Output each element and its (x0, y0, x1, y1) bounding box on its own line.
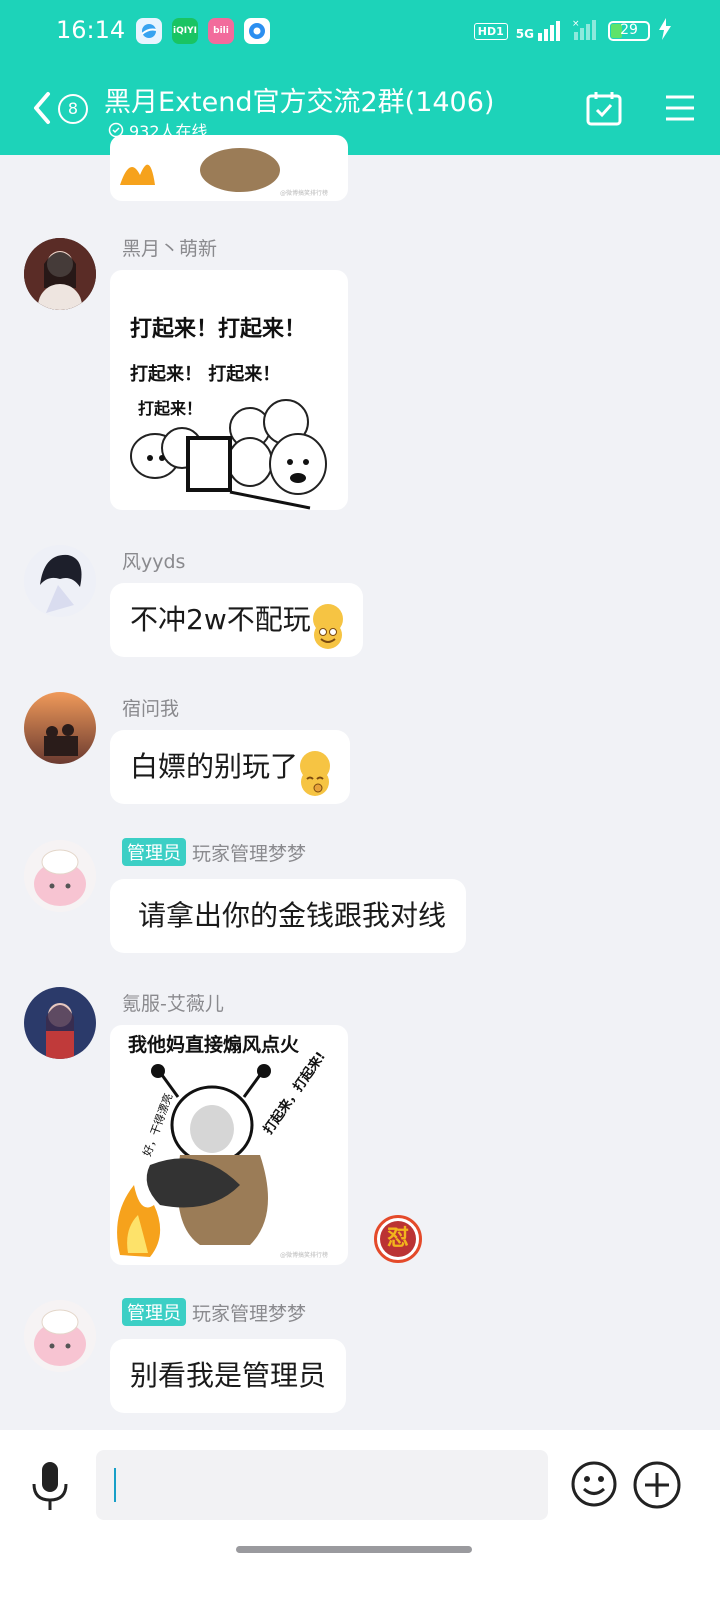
app-icon (244, 18, 270, 44)
bilibili-icon: bili (208, 18, 234, 44)
avatar[interactable] (24, 987, 96, 1059)
admin-badge: 管理员 (122, 838, 186, 866)
partial-sticker[interactable]: @微博搞笑排行榜 (110, 135, 348, 201)
signal-5g-icon: 5G (516, 21, 562, 41)
avatar[interactable] (24, 692, 96, 764)
sticker-image[interactable]: 我他妈直接煽风点火 好，干得漂亮 打起来，打起来! @微博搞笑排行榜 (110, 1025, 348, 1265)
avatar[interactable] (24, 545, 96, 617)
message-text: 请拿出你的金钱跟我对线 (138, 899, 447, 932)
message-text: 不冲2w不配玩 (130, 603, 311, 636)
message-bubble[interactable]: 请拿出你的金钱跟我对线 (110, 879, 467, 953)
message-bubble[interactable]: 白嫖的别玩了 (110, 730, 351, 804)
sender-name[interactable]: 风yyds (122, 547, 185, 574)
message-input[interactable] (96, 1450, 548, 1520)
battery-level: 29 (620, 22, 638, 38)
sticker-text: 好，干得漂亮 (140, 1091, 176, 1158)
plus-circle-icon (633, 1461, 681, 1509)
avatar[interactable] (24, 840, 96, 912)
avatar[interactable] (24, 238, 96, 310)
grinning-emoji-icon (312, 604, 343, 649)
microphone-icon (32, 1462, 68, 1510)
checkin-button[interactable] (586, 90, 622, 126)
message-text: 白嫖的别玩了 (130, 750, 299, 783)
svg-text:@微博搞笑排行榜: @微博搞笑排行榜 (280, 189, 328, 197)
chat-title: 黑月Extend官方交流2群(1406) (104, 87, 495, 118)
emoji-button[interactable] (570, 1460, 618, 1508)
sticker-text: 打起来！打起来！ (130, 317, 306, 342)
menu-button[interactable] (664, 92, 696, 124)
notification-icons: iQIYI bili (136, 18, 270, 44)
reaction-badge[interactable]: 怼 (374, 1215, 422, 1263)
svg-text:@微博搞笑排行榜: @微博搞笑排行榜 (280, 1251, 328, 1259)
more-button[interactable] (632, 1460, 682, 1510)
sender-name[interactable]: 管理员 玩家管理梦梦 (122, 838, 306, 866)
message-bubble[interactable]: 别看我是管理员 (110, 1339, 347, 1413)
chat-header: 16:14 iQIYI bili HD1 5G × 29 8 黑月Extend官… (0, 0, 720, 155)
system-status: HD1 5G × 29 (473, 18, 672, 44)
qq-browser-icon (136, 18, 162, 44)
message-text: 别看我是管理员 (130, 1359, 327, 1392)
sender-name[interactable]: 黑月丶萌新 (122, 234, 217, 261)
svg-text:×: × (572, 19, 580, 29)
text-caret (114, 1468, 116, 1502)
voice-button[interactable] (30, 1460, 70, 1512)
home-indicator[interactable] (236, 1546, 472, 1553)
battery-icon: 29 (608, 21, 650, 41)
hamburger-icon (666, 95, 694, 121)
reaction-label: 怼 (380, 1221, 416, 1257)
signal-weak-icon: × (570, 18, 600, 44)
chevron-left-icon (34, 92, 50, 124)
smiley-icon (571, 1461, 617, 1507)
sender-name[interactable]: 宿问我 (122, 694, 179, 721)
admin-badge: 管理员 (122, 1298, 186, 1326)
sticker-image[interactable]: 打起来！打起来！ 打起来！ 打起来！ 打起来！ (110, 270, 348, 510)
sticker-text: 打起来！ 打起来！ (130, 363, 280, 385)
clock: 16:14 (56, 16, 126, 44)
hd-indicator: HD1 (473, 22, 508, 40)
sticker-text: 打起来，打起来! (260, 1049, 329, 1138)
iqiyi-icon: iQIYI (172, 18, 198, 44)
calendar-check-icon (586, 92, 622, 126)
unread-badge[interactable]: 8 (58, 94, 88, 124)
sender-name[interactable]: 氪服-艾薇儿 (122, 989, 224, 1016)
sticker-text: 我他妈直接煽风点火 (128, 1033, 300, 1056)
status-bar: 16:14 iQIYI bili HD1 5G × 29 (0, 0, 720, 60)
input-bar (0, 1430, 720, 1600)
nav-row: 8 黑月Extend官方交流2群(1406) 932人在线 (0, 70, 720, 150)
shy-emoji-icon (300, 751, 331, 796)
back-button[interactable] (28, 88, 58, 128)
charging-icon (658, 18, 672, 44)
sticker-text: 打起来！ (138, 399, 202, 418)
sender-name[interactable]: 管理员 玩家管理梦梦 (122, 1298, 306, 1326)
avatar[interactable] (24, 1300, 96, 1372)
message-bubble[interactable]: 不冲2w不配玩 (110, 583, 363, 657)
